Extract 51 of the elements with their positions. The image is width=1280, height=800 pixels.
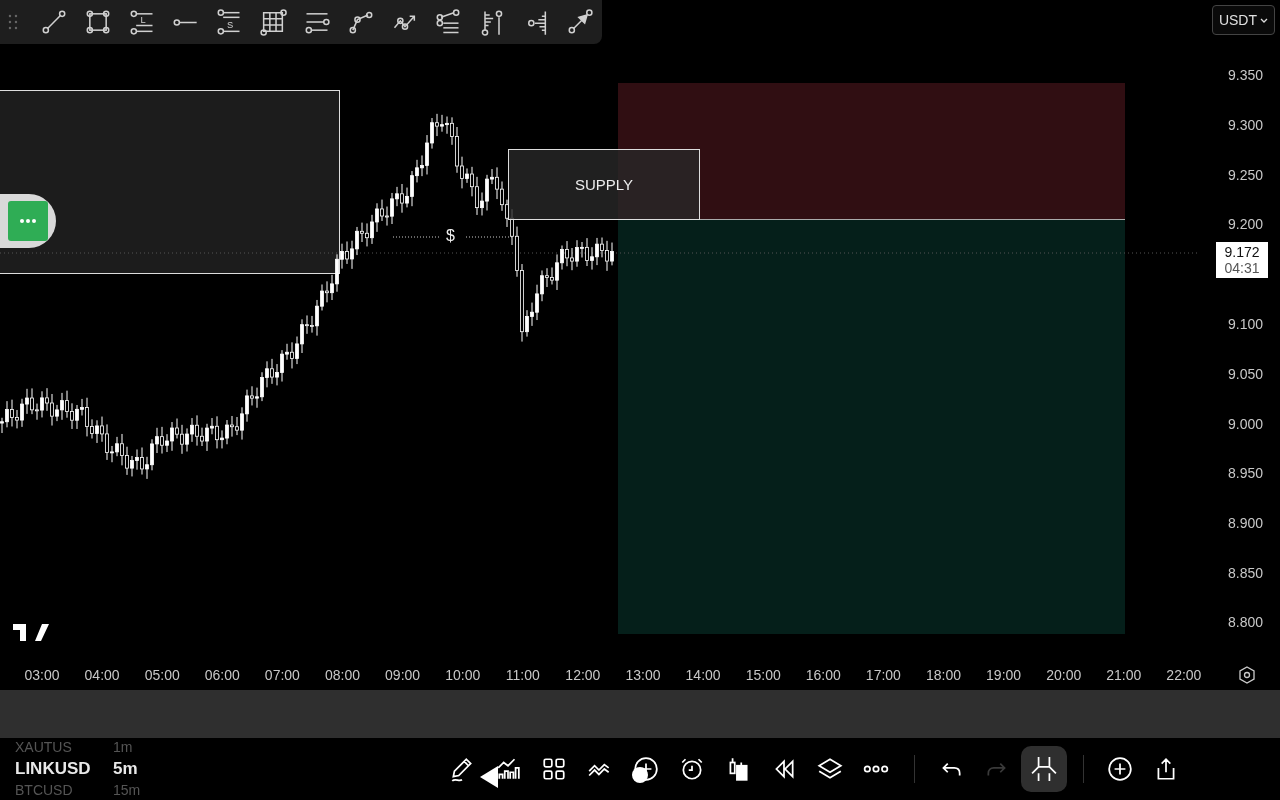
horizontal-ray-icon [171, 18, 200, 26]
time-label: 11:00 [505, 667, 540, 683]
time-label: 19:00 [986, 667, 1022, 683]
arrow-icon [566, 8, 594, 36]
time-label: 13:00 [625, 667, 661, 683]
gann-box-icon [259, 8, 288, 36]
countdown: 04:31 [1224, 260, 1260, 276]
time-label: 16:00 [805, 667, 841, 683]
price-label: 8.850 [1228, 565, 1264, 581]
time-label: 14:00 [685, 667, 721, 683]
more-icon [19, 219, 37, 223]
time-label: 12:00 [565, 667, 601, 683]
price-label-tool[interactable]: S [207, 2, 252, 42]
price-label: 8.950 [1228, 465, 1264, 481]
time-label: 05:00 [144, 667, 180, 683]
time-label: 08:00 [325, 667, 360, 683]
time-label: 09:00 [385, 667, 421, 683]
time-label: 04:00 [84, 667, 120, 683]
current-price: 9.172 [1224, 244, 1260, 260]
price-label: 9.200 [1228, 216, 1264, 232]
logo-icon [13, 624, 49, 641]
back-triangle-icon[interactable] [480, 766, 498, 788]
time-label: 10:00 [445, 667, 481, 683]
price-label: 8.800 [1228, 614, 1264, 630]
price-marker: $ [446, 227, 455, 245]
time-label: 18:00 [926, 667, 961, 683]
watchlist-row[interactable]: LINKUSD 5m [15, 758, 215, 780]
chevron-icon [1260, 17, 1268, 23]
settings-icon[interactable] [1238, 666, 1256, 684]
price-label: 9.100 [1228, 316, 1264, 332]
price-label: 8.900 [1228, 515, 1264, 531]
time-label: 21:00 [1106, 667, 1142, 683]
time-label: 17:00 [865, 667, 901, 683]
price-label: 9.250 [1228, 167, 1264, 183]
price-label: 9.300 [1228, 117, 1264, 133]
price-label: 9.350 [1228, 67, 1264, 83]
branch-button[interactable] [1021, 746, 1067, 792]
drag-handle-icon[interactable] [6, 14, 20, 30]
time-label: 22:00 [1166, 667, 1202, 683]
time-label: 03:00 [24, 667, 60, 683]
dot-icon [632, 767, 648, 783]
time-label: 07:00 [264, 667, 300, 683]
time-label: 20:00 [1046, 667, 1082, 683]
time-label: 06:00 [204, 667, 240, 683]
long-position-tool[interactable]: L [119, 2, 164, 42]
time-label: 15:00 [745, 667, 781, 683]
price-label: 9.050 [1228, 366, 1264, 382]
supply-zone[interactable]: SUPPLY [508, 149, 700, 220]
rectangle-drawing[interactable] [0, 90, 340, 274]
price-label: 9.000 [1228, 416, 1264, 432]
currency-dropdown[interactable]: USDT [1211, 5, 1275, 35]
